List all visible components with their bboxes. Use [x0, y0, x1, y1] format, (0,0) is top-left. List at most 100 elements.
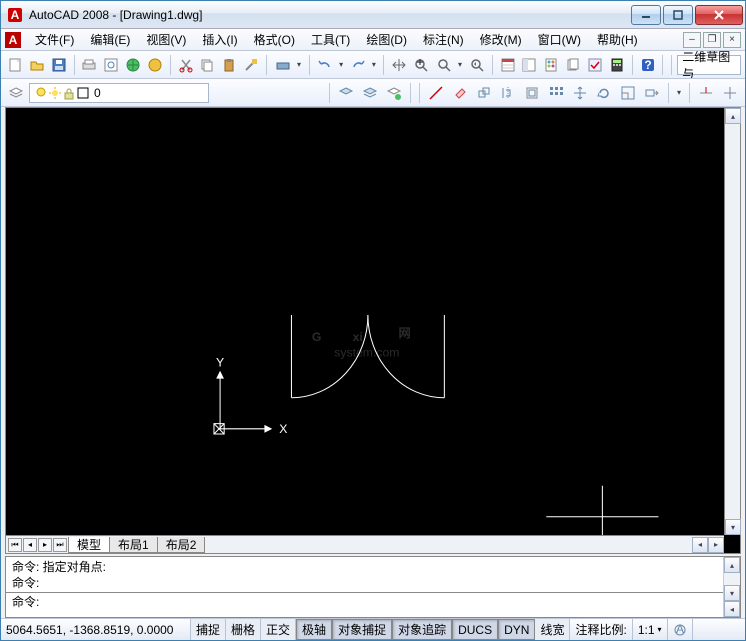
designcenter-button[interactable] — [520, 54, 540, 76]
help-button[interactable]: ? — [638, 54, 658, 76]
blockeditor-button[interactable] — [272, 54, 294, 76]
tab-first-button[interactable]: ⏮ — [8, 538, 22, 552]
zoom-dropdown[interactable]: ▾ — [455, 54, 465, 76]
scroll-right-button[interactable]: ▸ — [708, 537, 724, 553]
undo-button[interactable] — [315, 54, 335, 76]
modify-dropdown[interactable]: ▾ — [674, 88, 684, 97]
command-scrollbar[interactable]: ▴ ▾ ◂ — [724, 557, 740, 617]
menu-modify[interactable]: 修改(M) — [472, 29, 530, 50]
mdi-restore-button[interactable]: ❐ — [703, 32, 721, 48]
toggle-polar[interactable]: 极轴 — [296, 619, 332, 640]
tab-prev-button[interactable]: ◂ — [23, 538, 37, 552]
move-button[interactable] — [569, 82, 591, 104]
tab-model[interactable]: 模型 — [68, 537, 110, 553]
offset-button[interactable] — [521, 82, 543, 104]
scroll-up-button[interactable]: ▴ — [725, 108, 741, 124]
redo-button[interactable] — [348, 54, 368, 76]
dropdown-arrow-icon[interactable]: ▾ — [294, 54, 304, 76]
watermark-xi: xi — [353, 330, 363, 344]
cmd-scroll-up[interactable]: ▴ — [724, 557, 740, 573]
autocad-logo-icon: A — [5, 32, 21, 48]
line-button[interactable] — [425, 82, 447, 104]
scroll-down-button[interactable]: ▾ — [725, 519, 741, 535]
matchprop-button[interactable] — [241, 54, 261, 76]
menu-format[interactable]: 格式(O) — [246, 29, 303, 50]
horizontal-scrollbar: ⏮ ◂ ▸ ⏭ 模型 布局1 布局2 ◂ ▸ — [6, 535, 724, 553]
properties-button[interactable] — [498, 54, 518, 76]
trim-button[interactable] — [695, 82, 717, 104]
mdi-minimize-button[interactable]: – — [683, 32, 701, 48]
minimize-button[interactable] — [631, 5, 661, 25]
command-window[interactable]: 命令: 指定对角点: 命令: 命令: ▴ ▾ ◂ — [5, 556, 741, 618]
toolpalettes-button[interactable] — [541, 54, 561, 76]
toggle-ducs[interactable]: DUCS — [452, 619, 498, 640]
command-input[interactable]: 命令: — [12, 594, 717, 610]
3dworkspace-button[interactable] — [145, 54, 165, 76]
rotate-button[interactable] — [593, 82, 615, 104]
menu-insert[interactable]: 插入(I) — [194, 29, 245, 50]
pan-button[interactable] — [389, 54, 409, 76]
open-button[interactable] — [27, 54, 47, 76]
tab-layout2[interactable]: 布局2 — [157, 537, 206, 553]
plot-button[interactable] — [79, 54, 99, 76]
tab-next-button[interactable]: ▸ — [38, 538, 52, 552]
save-button[interactable] — [49, 54, 69, 76]
drawing-area[interactable]: G xi 网 system.com X — [5, 107, 741, 554]
layerprev-button[interactable] — [335, 82, 357, 104]
tab-last-button[interactable]: ⏭ — [53, 538, 67, 552]
toggle-dyn[interactable]: DYN — [498, 619, 535, 640]
mirror-button[interactable] — [497, 82, 519, 104]
extend-button[interactable] — [719, 82, 741, 104]
tab-layout1[interactable]: 布局1 — [109, 537, 158, 553]
paste-button[interactable] — [219, 54, 239, 76]
toggle-otrack[interactable]: 对象追踪 — [392, 619, 452, 640]
anno-scale-combo[interactable]: 1:1▾ — [633, 619, 668, 640]
mdi-close-button[interactable]: × — [723, 32, 741, 48]
cut-button[interactable] — [176, 54, 196, 76]
scale-button[interactable] — [617, 82, 639, 104]
erase-button[interactable] — [449, 82, 471, 104]
toggle-lwt[interactable]: 线宽 — [535, 619, 570, 640]
zoom-realtime-button[interactable]: + — [411, 54, 431, 76]
menu-view[interactable]: 视图(V) — [138, 29, 194, 50]
new-button[interactable] — [5, 54, 25, 76]
menu-draw[interactable]: 绘图(D) — [358, 29, 415, 50]
menu-help[interactable]: 帮助(H) — [589, 29, 646, 50]
stretch-button[interactable] — [641, 82, 663, 104]
scroll-left-button[interactable]: ◂ — [692, 537, 708, 553]
redo-dropdown[interactable]: ▾ — [369, 60, 378, 69]
cmd-scroll-down[interactable]: ▾ — [724, 585, 740, 601]
sheetset-button[interactable] — [563, 54, 583, 76]
layerstate-button[interactable] — [359, 82, 381, 104]
zoom-previous-button[interactable] — [467, 54, 487, 76]
layeriso-button[interactable] — [383, 82, 405, 104]
menu-dimension[interactable]: 标注(N) — [415, 29, 472, 50]
workspace-combo[interactable]: 二维草图与 — [677, 55, 741, 75]
anno-visibility-button[interactable]: A — [668, 619, 693, 640]
array-button[interactable] — [545, 82, 567, 104]
cmd-scroll-left[interactable]: ◂ — [724, 601, 740, 617]
copy-obj-button[interactable] — [473, 82, 495, 104]
toggle-snap[interactable]: 捕捉 — [191, 619, 226, 640]
menu-window[interactable]: 窗口(W) — [530, 29, 589, 50]
menu-file[interactable]: 文件(F) — [27, 29, 82, 50]
vertical-scrollbar[interactable]: ▴ ▾ — [724, 108, 740, 535]
menu-edit[interactable]: 编辑(E) — [82, 29, 138, 50]
plot-preview-button[interactable] — [101, 54, 121, 76]
markup-button[interactable] — [585, 54, 605, 76]
toggle-grid[interactable]: 栅格 — [226, 619, 261, 640]
quickcalc-button[interactable] — [607, 54, 627, 76]
undo-dropdown[interactable]: ▾ — [337, 60, 346, 69]
publish-button[interactable] — [123, 54, 143, 76]
menubar: A 文件(F) 编辑(E) 视图(V) 插入(I) 格式(O) 工具(T) 绘图… — [1, 29, 745, 51]
toggle-osnap[interactable]: 对象捕捉 — [332, 619, 392, 640]
maximize-button[interactable] — [663, 5, 693, 25]
toggle-ortho[interactable]: 正交 — [261, 619, 296, 640]
layer-combo[interactable]: 0 — [29, 83, 209, 103]
zoom-window-button[interactable] — [433, 54, 455, 76]
copy-button[interactable] — [198, 54, 218, 76]
layer-manager-button[interactable] — [5, 82, 27, 104]
close-button[interactable] — [695, 5, 743, 25]
workspace-label: 二维草图与 — [682, 51, 736, 79]
menu-tools[interactable]: 工具(T) — [303, 29, 358, 50]
